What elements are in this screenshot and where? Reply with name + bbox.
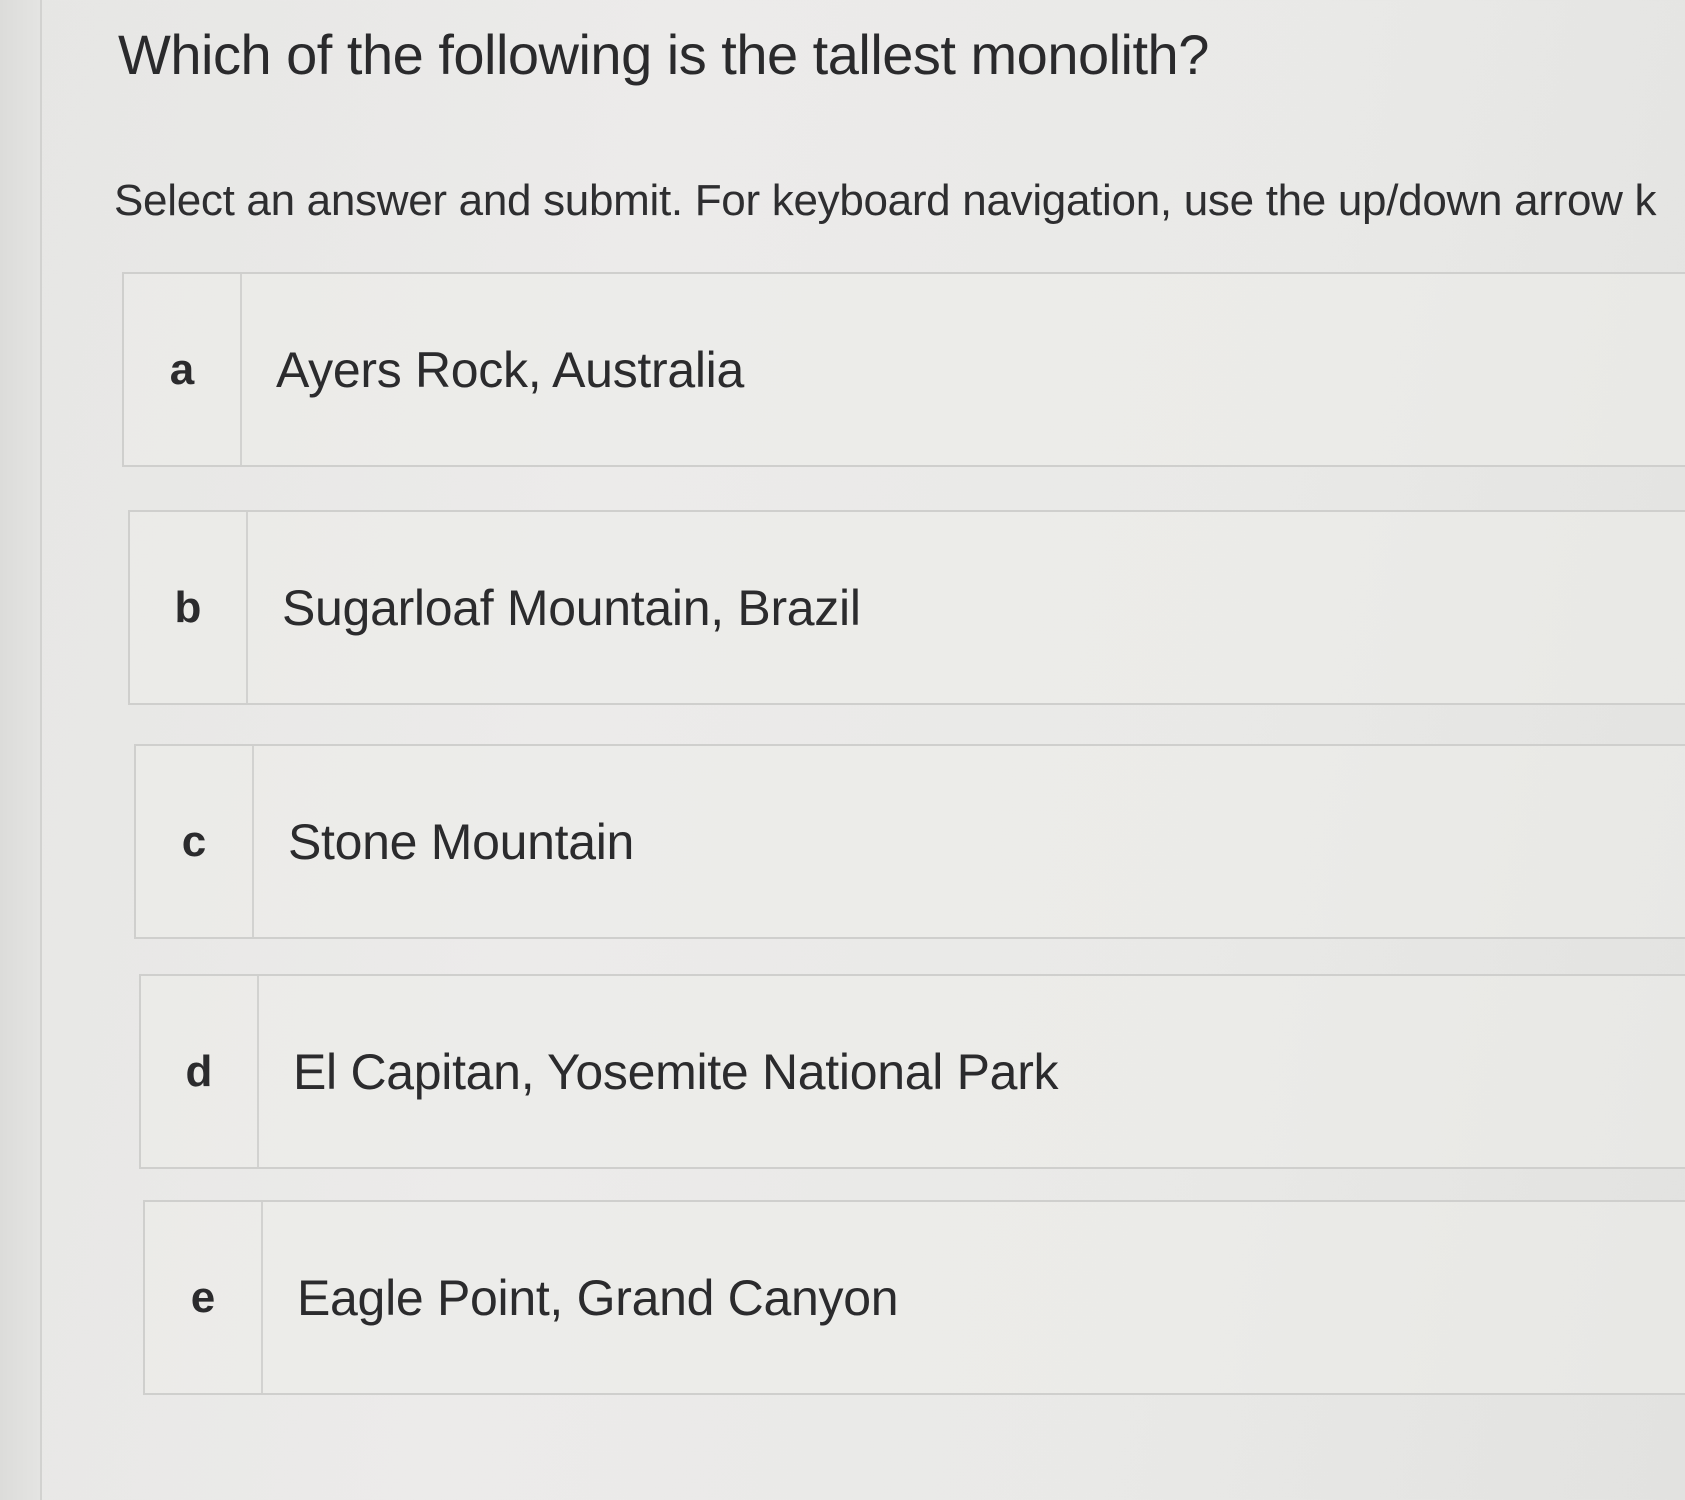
option-letter: b <box>130 512 248 703</box>
answer-option-c[interactable]: c Stone Mountain <box>134 744 1685 939</box>
option-letter: c <box>136 746 254 937</box>
answer-option-e[interactable]: e Eagle Point, Grand Canyon <box>143 1200 1685 1395</box>
option-letter: e <box>145 1202 263 1393</box>
answer-options-list: a Ayers Rock, Australia b Sugarloaf Moun… <box>0 0 1685 1500</box>
option-label: Eagle Point, Grand Canyon <box>297 1269 899 1326</box>
option-label: El Capitan, Yosemite National Park <box>293 1043 1059 1100</box>
option-letter: d <box>141 976 259 1167</box>
answer-option-b[interactable]: b Sugarloaf Mountain, Brazil <box>128 510 1685 705</box>
option-label: Stone Mountain <box>288 813 635 870</box>
answer-option-a[interactable]: a Ayers Rock, Australia <box>122 272 1685 467</box>
option-label: Ayers Rock, Australia <box>276 341 744 398</box>
option-label: Sugarloaf Mountain, Brazil <box>282 579 861 636</box>
option-letter: a <box>124 274 242 465</box>
answer-option-d[interactable]: d El Capitan, Yosemite National Park <box>139 974 1685 1169</box>
